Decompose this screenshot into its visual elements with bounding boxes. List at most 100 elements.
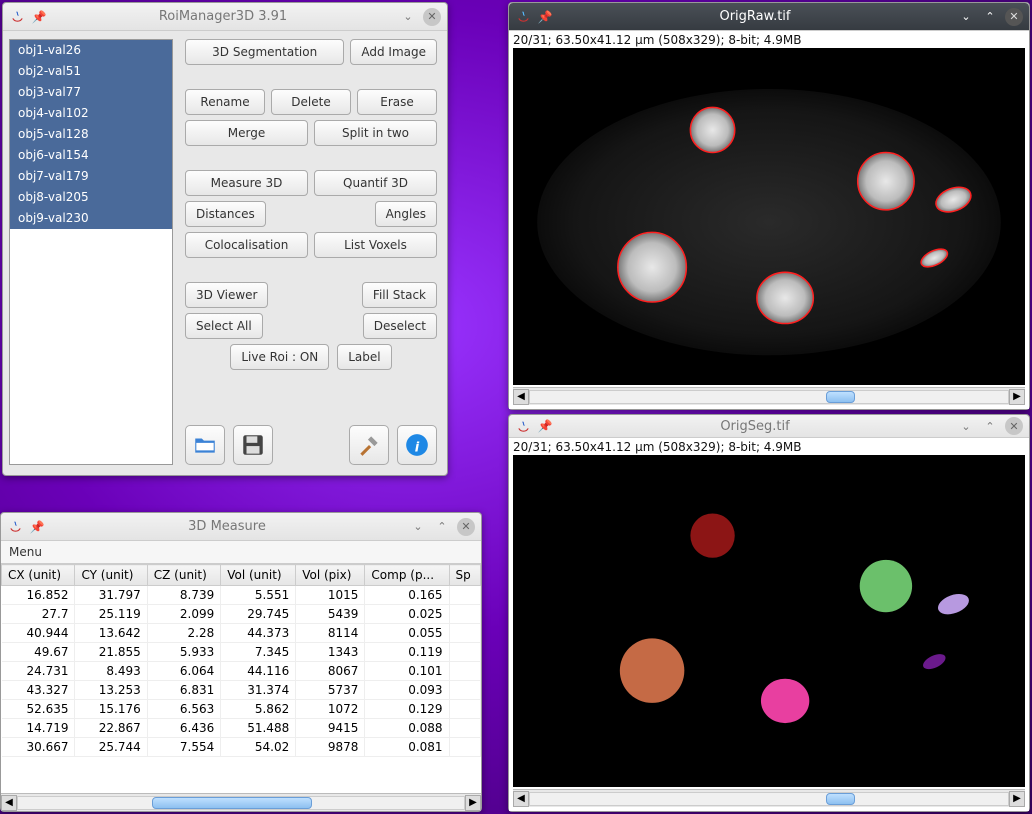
scroll-left-button[interactable]: ◀: [1, 795, 17, 811]
erase-button[interactable]: Erase: [357, 89, 437, 115]
scroll-track[interactable]: [529, 390, 1009, 404]
table-row[interactable]: 49.6721.8555.9337.34513430.119: [2, 643, 481, 662]
add-image-button[interactable]: Add Image: [350, 39, 437, 65]
scroll-left-button[interactable]: ◀: [513, 791, 529, 807]
table-cell: 6.064: [147, 662, 220, 681]
deselect-button[interactable]: Deselect: [363, 313, 437, 339]
measure-titlebar[interactable]: 📌 3D Measure ⌄ ⌃ ✕: [1, 513, 481, 541]
table-row[interactable]: 40.94413.6422.2844.37381140.055: [2, 624, 481, 643]
close-button[interactable]: ✕: [457, 518, 475, 536]
roi-list-item[interactable]: obj6-val154: [10, 145, 172, 166]
table-row[interactable]: 24.7318.4936.06444.11680670.101: [2, 662, 481, 681]
close-button[interactable]: ✕: [1005, 417, 1023, 435]
origraw-info: 20/31; 63.50x41.12 µm (508x329); 8-bit; …: [509, 31, 1029, 48]
column-header[interactable]: CZ (unit): [147, 565, 220, 586]
minimize-button[interactable]: ⌄: [957, 8, 975, 26]
roi-object-list[interactable]: obj1-val26obj2-val51obj3-val77obj4-val10…: [9, 39, 173, 465]
settings-icon-button[interactable]: [349, 425, 389, 465]
list-voxels-button[interactable]: List Voxels: [314, 232, 437, 258]
roi-titlebar[interactable]: 📌 RoiManager3D 3.91 ⌄ ✕: [3, 3, 447, 31]
table-row[interactable]: 27.725.1192.09929.74554390.025: [2, 605, 481, 624]
scroll-right-button[interactable]: ▶: [1009, 791, 1025, 807]
roi-manager-window: 📌 RoiManager3D 3.91 ⌄ ✕ obj1-val26obj2-v…: [2, 2, 448, 476]
scroll-thumb[interactable]: [152, 797, 313, 809]
table-cell: 0.119: [365, 643, 449, 662]
column-header[interactable]: CX (unit): [2, 565, 75, 586]
distances-button[interactable]: Distances: [185, 201, 266, 227]
column-header[interactable]: Sp: [449, 565, 480, 586]
table-row[interactable]: 43.32713.2536.83131.37457370.093: [2, 681, 481, 700]
menu-item[interactable]: Menu: [1, 541, 481, 563]
table-cell: 13.642: [75, 624, 147, 643]
scroll-left-button[interactable]: ◀: [513, 389, 529, 405]
roi-list-item[interactable]: obj1-val26: [10, 40, 172, 61]
origraw-scrollbar[interactable]: ◀ ▶: [513, 387, 1025, 405]
measure-scrollbar[interactable]: ◀ ▶: [1, 793, 481, 811]
pin-icon[interactable]: 📌: [31, 9, 47, 25]
scroll-right-button[interactable]: ▶: [465, 795, 481, 811]
minimize-button[interactable]: ⌄: [399, 8, 417, 26]
maximize-button[interactable]: ⌃: [981, 8, 999, 26]
scroll-thumb[interactable]: [826, 391, 855, 403]
split-button[interactable]: Split in two: [314, 120, 437, 146]
angles-button[interactable]: Angles: [375, 201, 437, 227]
fill-stack-button[interactable]: Fill Stack: [362, 282, 437, 308]
scroll-track[interactable]: [529, 792, 1009, 806]
maximize-button[interactable]: ⌃: [981, 417, 999, 435]
label-button[interactable]: Label: [337, 344, 391, 370]
close-button[interactable]: ✕: [423, 8, 441, 26]
java-icon: [9, 9, 25, 25]
maximize-button[interactable]: ⌃: [433, 518, 451, 536]
table-cell: 25.744: [75, 738, 147, 757]
table-row[interactable]: 52.63515.1766.5635.86210720.129: [2, 700, 481, 719]
roi-list-item[interactable]: obj3-val77: [10, 82, 172, 103]
roi-list-item[interactable]: obj5-val128: [10, 124, 172, 145]
roi-list-item[interactable]: obj4-val102: [10, 103, 172, 124]
origraw-titlebar[interactable]: 📌 OrigRaw.tif ⌄ ⌃ ✕: [509, 3, 1029, 31]
table-row[interactable]: 30.66725.7447.55454.0298780.081: [2, 738, 481, 757]
minimize-button[interactable]: ⌄: [957, 417, 975, 435]
open-folder-icon: [192, 432, 218, 458]
open-icon-button[interactable]: [185, 425, 225, 465]
live-roi-button[interactable]: Live Roi : ON: [230, 344, 329, 370]
roi-list-item[interactable]: obj8-val205: [10, 187, 172, 208]
info-icon-button[interactable]: i: [397, 425, 437, 465]
table-row[interactable]: 16.85231.7978.7395.55110150.165: [2, 586, 481, 605]
floppy-disk-icon: [240, 432, 266, 458]
measure3d-button[interactable]: Measure 3D: [185, 170, 308, 196]
origraw-canvas[interactable]: [513, 48, 1025, 385]
close-button[interactable]: ✕: [1005, 8, 1023, 26]
column-header[interactable]: Comp (p...: [365, 565, 449, 586]
measure-table-wrap[interactable]: CX (unit)CY (unit)CZ (unit)Vol (unit)Vol…: [1, 563, 481, 793]
origseg-titlebar[interactable]: 📌 OrigSeg.tif ⌄ ⌃ ✕: [509, 415, 1029, 438]
table-row[interactable]: 14.71922.8676.43651.48894150.088: [2, 719, 481, 738]
table-cell: 14.719: [2, 719, 75, 738]
origseg-canvas[interactable]: [513, 455, 1025, 787]
pin-icon[interactable]: 📌: [537, 9, 553, 25]
pin-icon[interactable]: 📌: [537, 418, 553, 434]
merge-button[interactable]: Merge: [185, 120, 308, 146]
scroll-right-button[interactable]: ▶: [1009, 389, 1025, 405]
select-all-button[interactable]: Select All: [185, 313, 263, 339]
rename-button[interactable]: Rename: [185, 89, 265, 115]
table-cell: 7.345: [221, 643, 296, 662]
scroll-thumb[interactable]: [826, 793, 855, 805]
minimize-button[interactable]: ⌄: [409, 518, 427, 536]
column-header[interactable]: CY (unit): [75, 565, 147, 586]
origseg-scrollbar[interactable]: ◀ ▶: [513, 789, 1025, 807]
table-cell: 1015: [296, 586, 365, 605]
roi-list-item[interactable]: obj7-val179: [10, 166, 172, 187]
delete-button[interactable]: Delete: [271, 89, 351, 115]
colocalisation-button[interactable]: Colocalisation: [185, 232, 308, 258]
save-icon-button[interactable]: [233, 425, 273, 465]
segmentation-button[interactable]: 3D Segmentation: [185, 39, 344, 65]
column-header[interactable]: Vol (pix): [296, 565, 365, 586]
viewer3d-button[interactable]: 3D Viewer: [185, 282, 268, 308]
measure-window: 📌 3D Measure ⌄ ⌃ ✕ Menu CX (unit)CY (uni…: [0, 512, 482, 812]
scroll-track[interactable]: [17, 796, 465, 810]
quantif3d-button[interactable]: Quantif 3D: [314, 170, 437, 196]
roi-list-item[interactable]: obj9-val230: [10, 208, 172, 229]
roi-list-item[interactable]: obj2-val51: [10, 61, 172, 82]
pin-icon[interactable]: 📌: [29, 519, 45, 535]
column-header[interactable]: Vol (unit): [221, 565, 296, 586]
